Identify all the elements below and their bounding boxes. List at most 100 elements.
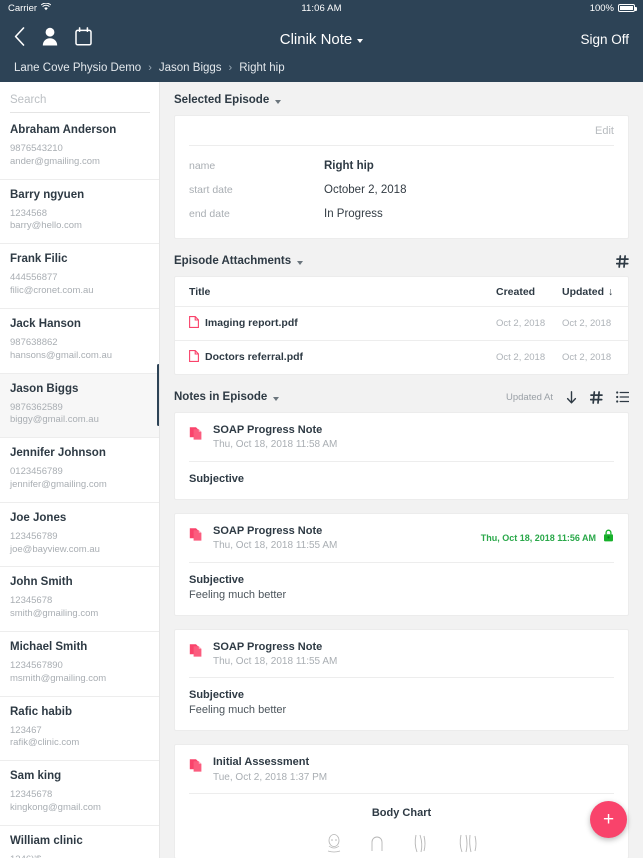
- note-head: Initial Assessment Tue, Oct 2, 2018 1:37…: [175, 745, 628, 793]
- nav-left-group: [14, 27, 92, 51]
- note-title-block: SOAP Progress Note Thu, Oct 18, 2018 11:5…: [213, 423, 337, 452]
- episode-field-row: end date In Progress: [189, 202, 614, 226]
- episode-field-value: October 2, 2018: [324, 184, 407, 196]
- patient-list-item[interactable]: Frank Filic 444556877 filic@cronet.com.au: [0, 244, 160, 309]
- patient-list-item[interactable]: William clinic1246)'$pas@jakouibjd.com: [0, 825, 160, 858]
- person-icon[interactable]: [42, 27, 58, 51]
- note-documents-icon: [189, 526, 204, 547]
- column-header-created[interactable]: Created: [496, 277, 562, 307]
- patient-sidebar: Abraham Anderson 9876543210ander@gmailing…: [0, 82, 160, 858]
- note-card[interactable]: SOAP Progress Note Thu, Oct 18, 2018 11:5…: [174, 512, 629, 616]
- hash-icon[interactable]: [616, 254, 629, 268]
- patient-list-item[interactable]: Jason Biggs 9876362589 biggy@gmail.com.au: [0, 373, 160, 439]
- note-date: Thu, Oct 18, 2018 11:58 AM: [213, 439, 338, 451]
- note-date: Thu, Oct 18, 2018 11:55 AM: [213, 540, 338, 552]
- notes-sort-label[interactable]: Updated At: [506, 392, 553, 403]
- patient-phone: 9876362589: [10, 401, 63, 413]
- back-chevron-icon[interactable]: [14, 27, 25, 51]
- selected-episode-heading: Selected Episode: [174, 94, 270, 106]
- body-chart-head-front-icon[interactable]: [325, 833, 343, 858]
- patient-name: Rafic habib: [10, 705, 72, 718]
- table-row[interactable]: Imaging report.pdf Oct 2, 2018 Oct 2, 2018: [175, 306, 628, 341]
- patient-email: rafik@clinic.com: [10, 737, 80, 749]
- attachment-created: Oct 2, 2018: [496, 352, 546, 363]
- breadcrumb-episode[interactable]: Right hip: [239, 62, 284, 74]
- note-body: Subjective: [175, 462, 628, 499]
- column-header-updated-label: Updated: [562, 286, 604, 298]
- column-header-title[interactable]: Title: [175, 277, 496, 307]
- note-body: Subjective Feeling much better: [175, 563, 628, 615]
- initial-assessment-note[interactable]: Initial Assessment Tue, Oct 2, 2018 1:37…: [174, 744, 629, 858]
- patient-name: Abraham Anderson: [10, 124, 117, 136]
- note-card[interactable]: SOAP Progress Note Thu, Oct 18, 2018 11:5…: [174, 628, 629, 732]
- patient-phone: 123467: [10, 724, 42, 736]
- battery-icon: [618, 4, 637, 12]
- search-container: [0, 82, 160, 113]
- patient-email: barry@hello.com: [10, 220, 82, 232]
- attachments-header[interactable]: Episode Attachments: [174, 253, 629, 269]
- sidebar-edge-divider: [159, 82, 160, 858]
- body-chart-body-front-icon[interactable]: [457, 833, 479, 858]
- search-input[interactable]: [10, 92, 150, 113]
- patient-phone: 1234567890: [10, 660, 63, 671]
- sign-off-button[interactable]: Sign Off: [580, 32, 629, 47]
- patient-email: jennifer@gmailing.com: [10, 478, 107, 490]
- table-row[interactable]: Doctors referral.pdf Oct 2, 2018 Oct 2, 20…: [175, 341, 628, 375]
- carrier-label: Carrier: [8, 2, 38, 14]
- note-section-label: Subjective: [189, 573, 245, 586]
- episode-field-row: name Right hip: [189, 154, 614, 178]
- note-documents-icon: [189, 757, 204, 778]
- list-view-icon[interactable]: [616, 391, 629, 403]
- chevron-down-icon: [357, 38, 364, 43]
- selected-episode-card: Edit name Right hip start date October 2, 2…: [174, 115, 629, 239]
- body-chart-figures: [175, 819, 628, 858]
- notes-header[interactable]: Notes in Episode Updated At: [174, 389, 629, 405]
- selected-episode-header[interactable]: Selected Episode: [174, 92, 629, 108]
- patient-name: John Smith: [10, 576, 73, 589]
- episode-field-list: name Right hip start date October 2, 2018 en…: [175, 146, 628, 238]
- patient-list-item[interactable]: Jennifer Johnson 0123456789 jennifer@gmail…: [0, 438, 160, 503]
- pdf-file-icon: [189, 316, 199, 331]
- breadcrumb-patient[interactable]: Jason Biggs: [159, 62, 222, 74]
- hash-icon[interactable]: [590, 390, 603, 404]
- status-bar-right: 100%: [590, 3, 637, 14]
- main-panel: Selected Episode Edit name Right hip start…: [160, 82, 643, 858]
- note-card[interactable]: SOAP Progress Note Thu, Oct 18, 2018 11:5…: [174, 412, 629, 500]
- notes-list: SOAP Progress Note Thu, Oct 18, 2018 11:5…: [174, 412, 629, 732]
- breadcrumb-clinic[interactable]: Lane Cove Physio Demo: [14, 62, 141, 74]
- body-chart-title: Body Chart: [371, 807, 432, 820]
- patient-list-item[interactable]: Barry ngyuen 1234568 barry@hello.com: [0, 179, 160, 245]
- patient-name: Barry ngyuen: [10, 188, 85, 201]
- sort-arrow-icon: ↓: [608, 286, 614, 298]
- breadcrumb-separator: ›: [148, 62, 152, 74]
- note-documents-icon: [189, 642, 204, 663]
- notes-tools: Updated At: [506, 390, 629, 404]
- body-chart-body-side-icon[interactable]: [411, 833, 431, 858]
- column-header-updated[interactable]: Updated ↓: [562, 277, 628, 307]
- arrow-down-icon[interactable]: [566, 390, 577, 404]
- patient-list-item[interactable]: John Smith 12345678 smith@gmailing.com: [0, 567, 160, 632]
- patient-list-item[interactable]: Joe Jones 123456789 joe@bayview.com.au: [0, 502, 160, 568]
- note-head: SOAP Progress Note Thu, Oct 18, 2018 11:5…: [175, 514, 628, 562]
- patient-list-item[interactable]: Abraham Anderson 9876543210 ander@gmailing…: [0, 115, 160, 180]
- app-root: Carrier 11:06 AM 100% Clinik Note Sign O…: [0, 0, 643, 858]
- patient-email: biggy@gmail.com.au: [10, 414, 99, 426]
- body-chart-head-back-icon[interactable]: [369, 833, 385, 858]
- patient-list-item[interactable]: Rafic habib 123467 rafik@clinic.com: [0, 696, 160, 762]
- page-title[interactable]: Clinik Note: [0, 31, 643, 48]
- status-bar: Carrier 11:06 AM 100%: [0, 0, 643, 16]
- calendar-icon[interactable]: [75, 27, 92, 51]
- patient-name: Joe Jones: [10, 511, 67, 524]
- chevron-down-icon: [275, 99, 282, 104]
- episode-edit-button[interactable]: Edit: [175, 116, 628, 145]
- breadcrumb: Lane Cove Physio Demo › Jason Biggs › Ri…: [0, 62, 643, 82]
- wifi-icon: [40, 2, 52, 14]
- episode-field-value: In Progress: [324, 208, 383, 220]
- patient-list-item[interactable]: Jack Hanson 987638862 hansons@gmail.com.au: [0, 308, 160, 374]
- note-title-block: SOAP Progress Note Thu, Oct 18, 2018 11:5…: [213, 640, 337, 669]
- attachments-heading: Episode Attachments: [174, 255, 292, 267]
- patient-list-item[interactable]: Michael Smith 1234567890 msmith@gmailing.c…: [0, 632, 160, 697]
- patient-name: Michael Smith: [10, 641, 88, 653]
- add-note-fab-button[interactable]: +: [590, 801, 627, 838]
- patient-list-item[interactable]: Sam king 12345678 kingkong@gmail.com: [0, 761, 160, 826]
